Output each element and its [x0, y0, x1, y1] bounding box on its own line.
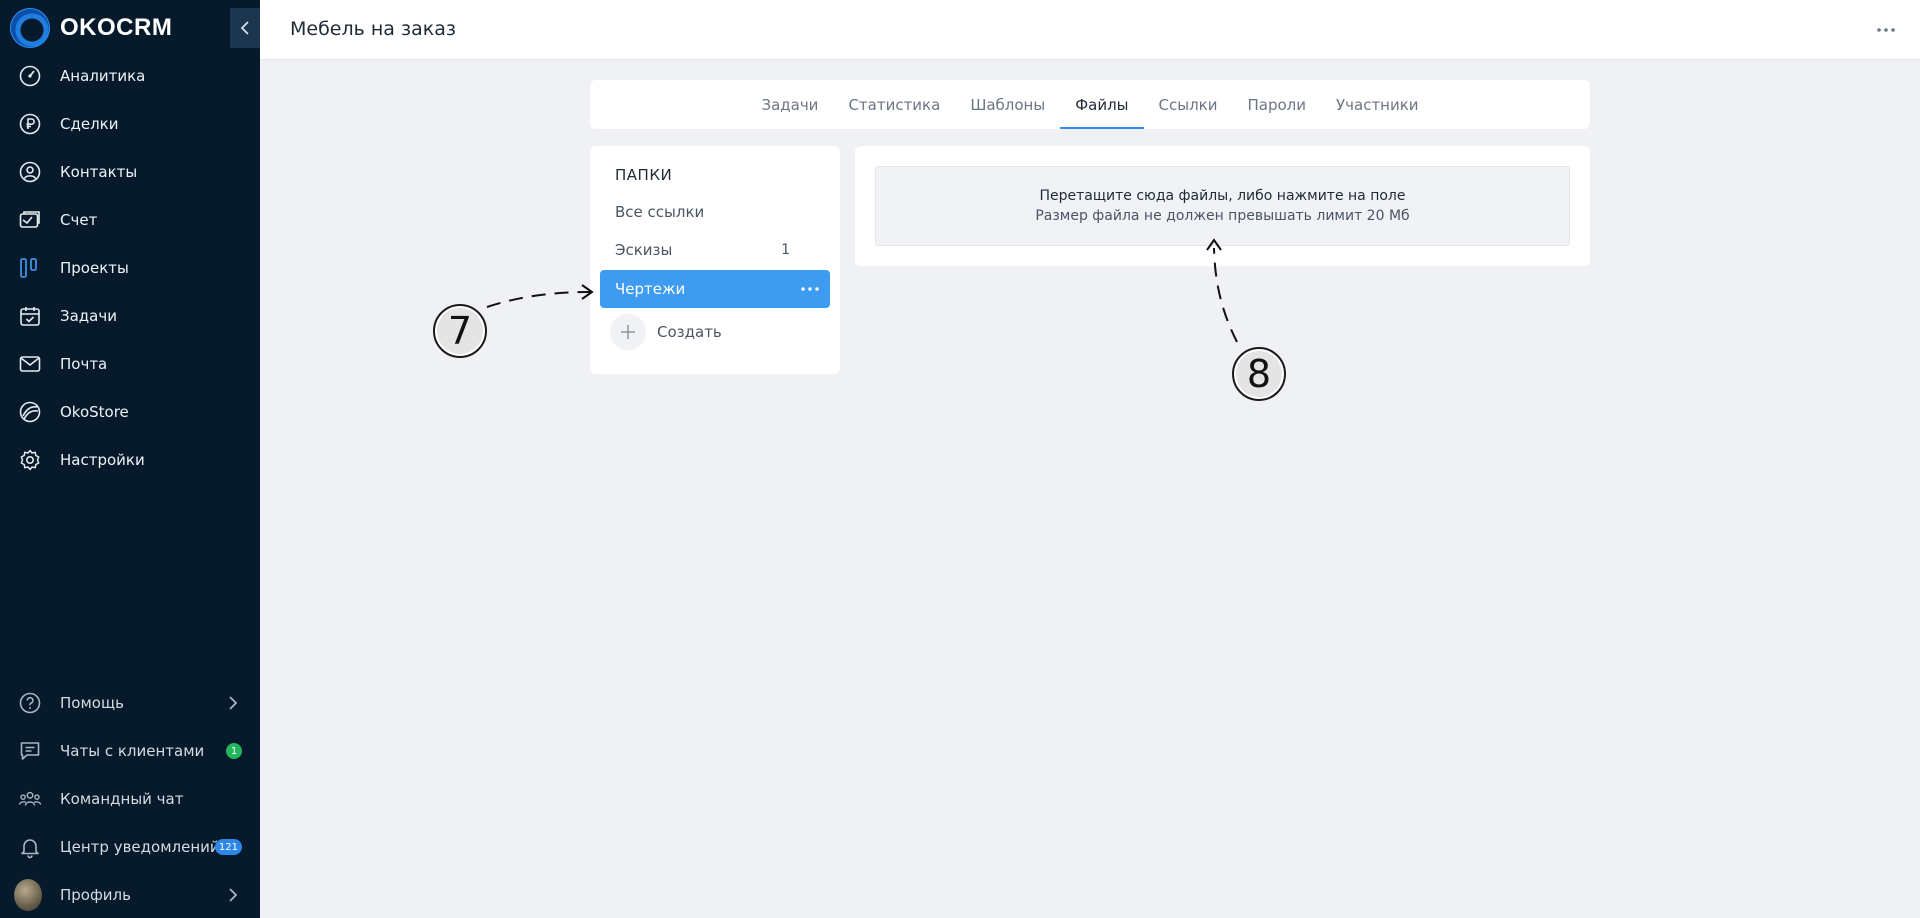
chevron-right-icon	[229, 696, 238, 710]
sidebar-item-label: Центр уведомлений	[60, 838, 220, 856]
folder-count: 1	[781, 242, 790, 258]
page-header: Мебель на заказ	[260, 0, 1920, 60]
upload-panel: Перетащите сюда файлы, либо нажмите на п…	[855, 146, 1590, 266]
notifications-badge: 121	[214, 839, 242, 855]
page-title: Мебель на заказ	[290, 18, 456, 40]
store-icon	[18, 400, 42, 424]
sidebar-item-projects[interactable]: Проекты	[0, 244, 260, 292]
sidebar: OKOCRM Аналитика Сделки Контакты Счет Пр…	[0, 0, 260, 918]
create-folder-button[interactable]: Создать	[610, 314, 722, 350]
folder-item-drawings[interactable]: Чертежи	[600, 270, 830, 308]
app-name: OKOCRM	[60, 14, 173, 41]
team-icon	[18, 787, 42, 811]
folder-item-sketches[interactable]: Эскизы 1	[600, 231, 830, 269]
folder-menu-button[interactable]	[800, 279, 820, 299]
sidebar-item-label: Командный чат	[60, 790, 184, 808]
help-icon	[18, 691, 42, 715]
sidebar-bottom: Помощь Чаты с клиентами 1 Командный чат …	[0, 679, 260, 918]
avatar-wrap	[14, 879, 42, 911]
bell-icon	[18, 835, 42, 859]
sidebar-item-label: Проекты	[60, 259, 129, 277]
annotation-callout-8: 8	[1232, 347, 1286, 401]
sidebar-item-label: Чаты с клиентами	[60, 742, 205, 760]
chevron-left-icon	[240, 21, 249, 35]
folder-item-all[interactable]: Все ссылки	[600, 193, 830, 231]
sidebar-item-label: Помощь	[60, 694, 124, 712]
sidebar-item-label: Счет	[60, 211, 98, 229]
invoice-icon	[18, 208, 42, 232]
tab-templates[interactable]: Шаблоны	[955, 80, 1060, 129]
tab-statistics[interactable]: Статистика	[833, 80, 955, 129]
collapse-sidebar-button[interactable]	[230, 8, 260, 48]
sidebar-item-contacts[interactable]: Контакты	[0, 148, 260, 196]
annotation-arrow-7	[486, 291, 591, 308]
sidebar-item-notifications[interactable]: Центр уведомлений 121	[0, 823, 260, 871]
sidebar-item-profile[interactable]: Профиль	[0, 871, 260, 918]
logo-icon	[10, 8, 50, 48]
folder-label: Эскизы	[615, 241, 673, 259]
tab-files[interactable]: Файлы	[1060, 80, 1144, 129]
folder-label: Все ссылки	[615, 203, 705, 221]
sidebar-item-okostore[interactable]: OkoStore	[0, 388, 260, 436]
sidebar-item-label: Почта	[60, 355, 108, 373]
file-dropzone[interactable]: Перетащите сюда файлы, либо нажмите на п…	[875, 166, 1570, 246]
sidebar-item-analytics[interactable]: Аналитика	[0, 52, 260, 100]
sidebar-item-label: Настройки	[60, 451, 145, 469]
plus-icon	[610, 314, 646, 350]
sidebar-item-settings[interactable]: Настройки	[0, 436, 260, 484]
more-horizontal-icon	[801, 287, 819, 291]
sidebar-item-label: Сделки	[60, 115, 119, 133]
project-tabs: Задачи Статистика Шаблоны Файлы Ссылки П…	[590, 80, 1590, 129]
kanban-icon	[18, 256, 42, 280]
folders-panel: ПАПКИ Все ссылки Эскизы 1 Чертежи Создат…	[590, 146, 840, 374]
sidebar-item-invoice[interactable]: Счет	[0, 196, 260, 244]
folders-title: ПАПКИ	[615, 166, 673, 184]
dropzone-size-limit: Размер файла не должен превышать лимит 2…	[1035, 208, 1410, 224]
gauge-icon	[18, 64, 42, 88]
sidebar-item-label: Аналитика	[60, 67, 146, 85]
user-circle-icon	[18, 160, 42, 184]
sidebar-item-label: Профиль	[60, 886, 131, 904]
sidebar-item-mail[interactable]: Почта	[0, 340, 260, 388]
sidebar-nav: Аналитика Сделки Контакты Счет Проекты З…	[0, 52, 260, 484]
project-tabs-card: Задачи Статистика Шаблоны Файлы Ссылки П…	[590, 80, 1590, 129]
tab-links[interactable]: Ссылки	[1144, 80, 1233, 129]
sidebar-item-tasks[interactable]: Задачи	[0, 292, 260, 340]
annotation-callout-7: 7	[433, 304, 487, 358]
more-menu-button[interactable]	[1872, 16, 1900, 44]
ruble-icon	[18, 112, 42, 136]
chat-icon	[18, 739, 42, 763]
gear-icon	[18, 448, 42, 472]
avatar	[14, 879, 42, 911]
sidebar-item-label: Задачи	[60, 307, 117, 325]
sidebar-item-client-chats[interactable]: Чаты с клиентами 1	[0, 727, 260, 775]
sidebar-item-team-chat[interactable]: Командный чат	[0, 775, 260, 823]
annotation-arrows	[486, 238, 1238, 343]
tab-members[interactable]: Участники	[1321, 80, 1434, 129]
dropzone-instruction: Перетащите сюда файлы, либо нажмите на п…	[1039, 188, 1406, 204]
tab-passwords[interactable]: Пароли	[1232, 80, 1321, 129]
tab-tasks[interactable]: Задачи	[746, 80, 833, 129]
create-folder-label: Создать	[657, 323, 722, 341]
unread-badge: 1	[226, 743, 242, 759]
sidebar-item-label: OkoStore	[60, 403, 129, 421]
sidebar-item-deals[interactable]: Сделки	[0, 100, 260, 148]
calendar-check-icon	[18, 304, 42, 328]
mail-icon	[18, 352, 42, 376]
more-horizontal-icon	[1877, 28, 1895, 32]
sidebar-item-help[interactable]: Помощь	[0, 679, 260, 727]
chevron-right-icon	[229, 888, 238, 902]
folder-label: Чертежи	[615, 280, 686, 298]
sidebar-item-label: Контакты	[60, 163, 138, 181]
app-logo[interactable]: OKOCRM	[10, 8, 172, 48]
